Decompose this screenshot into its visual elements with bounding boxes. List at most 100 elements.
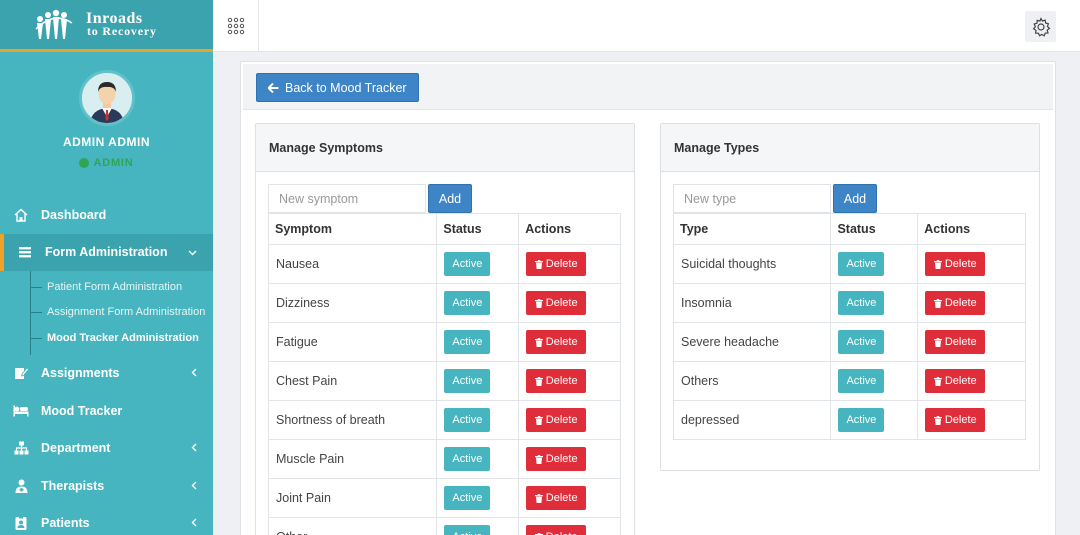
avatar[interactable] bbox=[78, 70, 135, 126]
trash-icon bbox=[534, 259, 543, 269]
sidebar-item-assignments[interactable]: Assignments bbox=[0, 355, 213, 393]
status-cell: Active bbox=[436, 361, 520, 401]
table-row: Dizziness Active Delete bbox=[267, 283, 621, 323]
status-cell: Active bbox=[436, 439, 520, 479]
status-cell: Active bbox=[830, 361, 919, 401]
delete-button[interactable]: Delete bbox=[526, 291, 587, 315]
sidebar-item-label: Patients bbox=[41, 516, 90, 531]
content-card: Back to Mood Tracker Manage Symptoms Add… bbox=[240, 61, 1056, 535]
arrow-left-icon bbox=[268, 82, 279, 93]
status-toggle-button[interactable]: Active bbox=[444, 447, 491, 471]
table-row: Insomnia Active Delete bbox=[672, 283, 1026, 323]
status-toggle-button[interactable]: Active bbox=[838, 330, 885, 354]
brand[interactable]: Inroads to Recovery bbox=[0, 0, 213, 52]
new-symptom-input[interactable] bbox=[268, 184, 426, 213]
delete-button[interactable]: Delete bbox=[925, 330, 986, 354]
role-label: ADMIN bbox=[93, 157, 134, 169]
status-toggle-button[interactable]: Active bbox=[444, 486, 491, 510]
delete-button[interactable]: Delete bbox=[526, 525, 587, 535]
sidebar-subitem-mood-tracker-admin[interactable]: Mood Tracker Administration bbox=[0, 325, 213, 351]
status-toggle-button[interactable]: Active bbox=[444, 330, 491, 354]
status-toggle-button[interactable]: Active bbox=[838, 291, 885, 315]
sidebar-item-label: Form Administration bbox=[45, 245, 168, 260]
panel-title: Manage Types bbox=[661, 124, 1039, 172]
bed-icon bbox=[13, 403, 29, 419]
delete-button[interactable]: Delete bbox=[925, 408, 986, 432]
status-toggle-button[interactable]: Active bbox=[444, 369, 491, 393]
sidebar-item-form-administration[interactable]: Form Administration bbox=[0, 233, 213, 271]
row-name: Suicidal thoughts bbox=[672, 244, 832, 284]
trash-icon bbox=[933, 337, 942, 347]
row-name: Dizziness bbox=[267, 283, 438, 323]
delete-button[interactable]: Delete bbox=[925, 291, 986, 315]
table-row: Joint Pain Active Delete bbox=[267, 478, 621, 518]
actions-cell: Delete bbox=[518, 517, 621, 535]
actions-cell: Delete bbox=[518, 322, 621, 362]
status-toggle-button[interactable]: Active bbox=[444, 525, 491, 535]
delete-button[interactable]: Delete bbox=[526, 330, 587, 354]
sidebar-item-therapists[interactable]: Therapists bbox=[0, 467, 213, 505]
add-symptom-form: Add bbox=[268, 184, 472, 213]
gear-icon bbox=[1032, 16, 1050, 37]
delete-button[interactable]: Delete bbox=[526, 447, 587, 471]
delete-button[interactable]: Delete bbox=[526, 252, 587, 276]
actions-cell: Delete bbox=[917, 244, 1026, 284]
online-status-icon bbox=[79, 158, 90, 168]
sidebar-item-label: Therapists bbox=[41, 478, 105, 493]
status-cell: Active bbox=[830, 283, 919, 323]
sidebar-item-patients[interactable]: Patients bbox=[0, 505, 213, 535]
table-row: Others Active Delete bbox=[672, 361, 1026, 401]
sidebar-item-label: Mood Tracker bbox=[41, 403, 123, 418]
sidebar-subitem-assignment-form[interactable]: Assignment Form Administration bbox=[0, 300, 213, 326]
add-symptom-button[interactable]: Add bbox=[428, 184, 472, 213]
column-header: Status bbox=[436, 213, 520, 245]
sidebar-item-mood-tracker[interactable]: Mood Tracker bbox=[0, 392, 213, 430]
sitemap-icon bbox=[13, 440, 29, 456]
delete-button[interactable]: Delete bbox=[526, 486, 587, 510]
form-icon bbox=[17, 244, 33, 260]
table-row: Nausea Active Delete bbox=[267, 244, 621, 284]
user-profile: ADMIN ADMIN ADMIN bbox=[0, 52, 213, 180]
delete-label: Delete bbox=[944, 336, 977, 348]
column-header: Status bbox=[830, 213, 919, 245]
delete-button[interactable]: Delete bbox=[925, 252, 986, 276]
add-type-button[interactable]: Add bbox=[833, 184, 877, 213]
actions-cell: Delete bbox=[917, 361, 1026, 401]
new-type-input[interactable] bbox=[673, 184, 831, 213]
column-header: Type bbox=[672, 213, 832, 245]
status-toggle-button[interactable]: Active bbox=[838, 408, 885, 432]
row-name: Chest Pain bbox=[267, 361, 438, 401]
sidebar-item-department[interactable]: Department bbox=[0, 430, 213, 468]
settings-button[interactable] bbox=[1025, 11, 1056, 42]
brand-tagline: to Recovery bbox=[87, 23, 157, 38]
sidebar-subitem-patient-form[interactable]: Patient Form Administration bbox=[0, 274, 213, 300]
panel-title: Manage Symptoms bbox=[256, 124, 634, 172]
status-toggle-button[interactable]: Active bbox=[444, 408, 491, 432]
brand-name: Inroads bbox=[86, 9, 143, 27]
delete-label: Delete bbox=[545, 375, 578, 387]
delete-button[interactable]: Delete bbox=[526, 369, 587, 393]
back-to-mood-tracker-button[interactable]: Back to Mood Tracker bbox=[256, 73, 419, 102]
table-row: Suicidal thoughts Active Delete bbox=[672, 244, 1026, 284]
status-toggle-button[interactable]: Active bbox=[838, 252, 885, 276]
trash-icon bbox=[933, 259, 942, 269]
actions-cell: Delete bbox=[518, 400, 621, 440]
manage-symptoms-panel: Manage Symptoms Add Symptom Status Actio… bbox=[255, 123, 635, 535]
delete-button[interactable]: Delete bbox=[526, 408, 587, 432]
sidebar-item-label: Department bbox=[41, 441, 111, 456]
status-cell: Active bbox=[436, 517, 520, 535]
status-toggle-button[interactable]: Active bbox=[838, 369, 885, 393]
profile-name: ADMIN ADMIN bbox=[62, 135, 151, 149]
sidebar-item-dashboard[interactable]: Dashboard bbox=[0, 196, 213, 234]
status-toggle-button[interactable]: Active bbox=[444, 252, 491, 276]
apps-menu-button[interactable] bbox=[213, 0, 259, 52]
status-toggle-button[interactable]: Active bbox=[444, 291, 491, 315]
delete-button[interactable]: Delete bbox=[925, 369, 986, 393]
status-cell: Active bbox=[830, 244, 919, 284]
back-button-label: Back to Mood Tracker bbox=[285, 80, 407, 95]
delete-label: Delete bbox=[545, 258, 578, 270]
actions-cell: Delete bbox=[518, 244, 621, 284]
table-row: Muscle Pain Active Delete bbox=[267, 439, 621, 479]
form-admin-submenu: Patient Form Administration Assignment F… bbox=[0, 271, 213, 355]
trash-icon bbox=[933, 415, 942, 425]
